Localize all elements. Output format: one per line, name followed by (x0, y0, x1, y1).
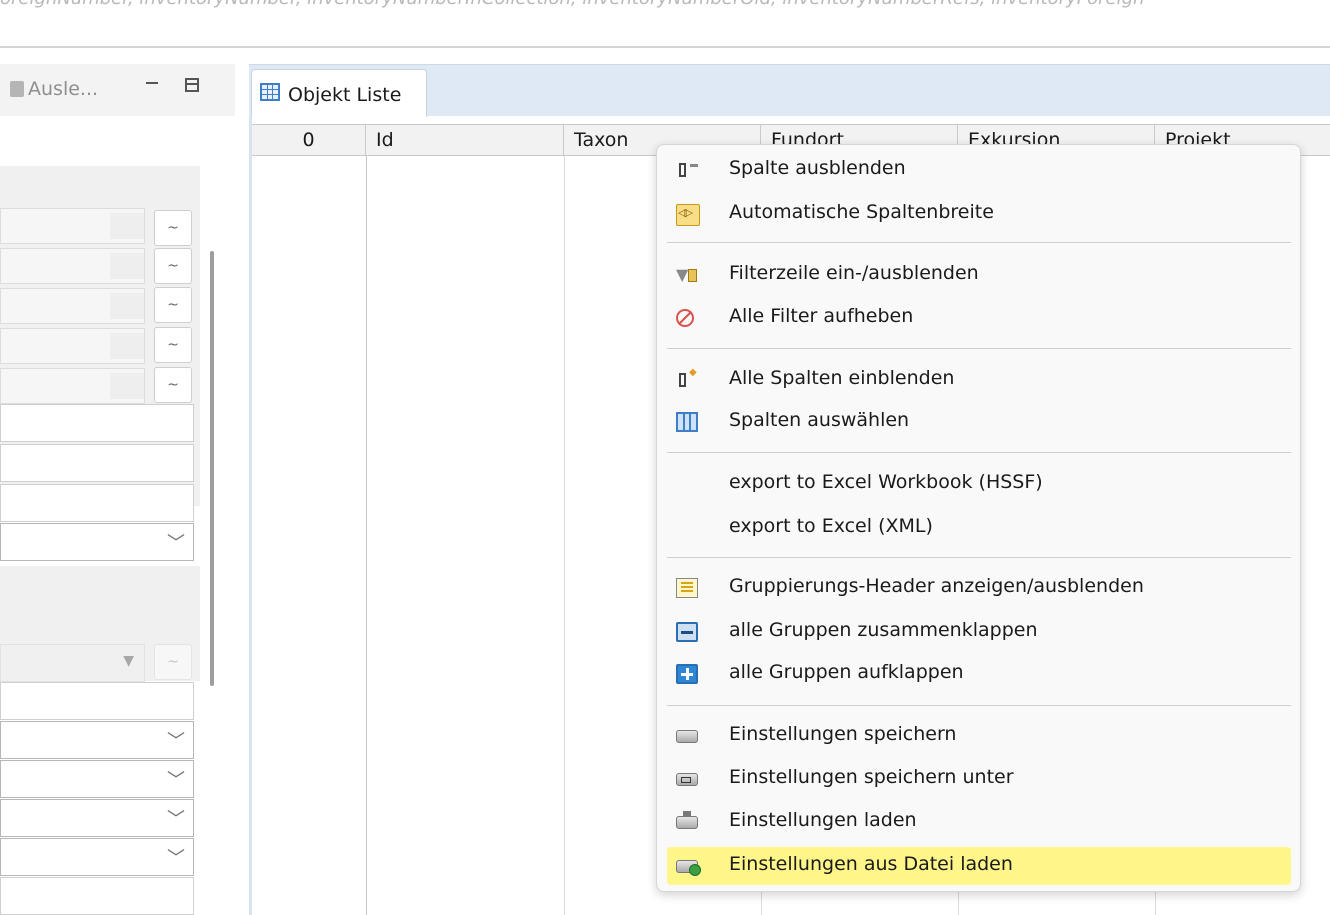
chevron-down-icon: ﹀ (167, 533, 185, 554)
chevron-down-icon: ﹀ (167, 731, 185, 752)
menu-item-label: export to Excel Workbook (HSSF) (729, 471, 1043, 493)
menu-item-hide-column[interactable]: Spalte ausblenden (667, 151, 1291, 189)
group-header-icon (676, 578, 698, 598)
search-panel: Ausle... ~ ~ ~ ~ ~ ﹀ ▼ ~ ﹀ ﹀ ﹀ ﹀ (0, 64, 235, 915)
tab-auslese-label: Ausle... (28, 78, 99, 100)
dropdown[interactable]: ﹀ (0, 523, 194, 561)
search-form: ~ ~ ~ ~ ~ ﹀ ▼ ~ ﹀ ﹀ ﹀ ﹀ (0, 116, 235, 915)
range-field[interactable] (0, 328, 145, 364)
column-divider (564, 156, 565, 915)
menu-item-show-all-columns[interactable]: Alle Spalten einblenden (667, 361, 1291, 399)
range-field[interactable] (0, 288, 145, 324)
chevron-down-icon: ﹀ (167, 770, 185, 791)
column-header-row-number[interactable]: 0 (252, 125, 366, 155)
save-settings-icon (676, 730, 698, 743)
chevron-down-icon: ﹀ (167, 848, 185, 869)
menu-item-export-hssf[interactable]: export to Excel Workbook (HSSF) (667, 465, 1291, 503)
operator-button[interactable]: ~ (154, 327, 192, 363)
menu-separator (667, 452, 1291, 453)
range-field[interactable] (0, 248, 145, 284)
menu-item-label: alle Gruppen aufklappen (729, 661, 964, 683)
right-tab-bar: Objekt Liste (249, 64, 1330, 117)
operator-button[interactable]: ~ (154, 248, 192, 284)
tab-objekt-liste[interactable]: Objekt Liste (251, 69, 427, 117)
menu-item-label: Einstellungen speichern unter (729, 766, 1014, 788)
menu-item-clear-filters[interactable]: Alle Filter aufheben (667, 299, 1291, 337)
search-fields-text: oreignNumber, inventoryNumber, inventory… (0, 0, 1144, 9)
left-tab-bar: Ausle... (0, 64, 235, 116)
hide-column-icon (679, 163, 698, 177)
scrollbar[interactable] (210, 251, 214, 686)
load-settings-icon (676, 811, 698, 829)
show-columns-icon (679, 367, 697, 387)
context-menu: Spalte ausblenden Automatische Spaltenbr… (656, 144, 1301, 892)
text-field[interactable] (0, 877, 194, 915)
disabled-dropdown: ▼ (0, 644, 145, 682)
minimize-button[interactable] (146, 82, 158, 89)
maximize-button[interactable] (185, 78, 199, 92)
range-field[interactable] (0, 208, 145, 244)
menu-item-export-xml[interactable]: export to Excel (XML) (667, 509, 1291, 547)
triangle-down-icon: ▼ (123, 653, 134, 669)
menu-item-label: Automatische Spaltenbreite (729, 201, 994, 223)
menu-item-choose-columns[interactable]: Spalten auswählen (667, 403, 1291, 441)
printer-icon (10, 81, 24, 97)
text-field[interactable] (0, 682, 194, 720)
text-field[interactable] (0, 484, 194, 522)
column-divider (366, 156, 367, 915)
collapse-icon (676, 622, 698, 642)
menu-item-label: Alle Filter aufheben (729, 305, 914, 327)
save-settings-as-icon (676, 773, 698, 786)
menu-item-label: alle Gruppen zusammenklappen (729, 619, 1038, 641)
column-header-id[interactable]: Id (366, 125, 564, 155)
menu-item-toggle-group-header[interactable]: Gruppierungs-Header anzeigen/ausblenden (667, 569, 1291, 607)
text-field[interactable] (0, 444, 194, 482)
filter-row-icon (676, 265, 698, 285)
operator-button[interactable]: ~ (154, 210, 192, 246)
expand-icon (676, 664, 698, 684)
menu-item-label: Filterzeile ein-/ausblenden (729, 262, 979, 284)
menu-item-label: Gruppierungs-Header anzeigen/ausblenden (729, 575, 1144, 597)
menu-separator (667, 557, 1291, 558)
range-field[interactable] (0, 368, 145, 404)
menu-item-load-settings-from-file[interactable]: Einstellungen aus Datei laden (667, 847, 1291, 885)
dropdown[interactable]: ﹀ (0, 799, 194, 837)
menu-separator (667, 242, 1291, 243)
menu-item-label: Einstellungen laden (729, 809, 917, 831)
menu-separator (667, 348, 1291, 349)
menu-item-label: Alle Spalten einblenden (729, 367, 955, 389)
menu-item-label: Spalte ausblenden (729, 157, 906, 179)
dropdown[interactable]: ﹀ (0, 760, 194, 798)
dropdown[interactable]: ﹀ (0, 838, 194, 876)
menu-item-label: Einstellungen speichern (729, 723, 957, 745)
menu-separator (667, 705, 1291, 706)
panel-sash[interactable] (235, 64, 249, 915)
dropdown[interactable]: ﹀ (0, 721, 194, 759)
menu-item-label: Spalten auswählen (729, 409, 910, 431)
menu-item-save-settings-as[interactable]: Einstellungen speichern unter (667, 760, 1291, 798)
menu-item-label: export to Excel (XML) (729, 515, 933, 537)
menu-item-toggle-filter-row[interactable]: Filterzeile ein-/ausblenden (667, 256, 1291, 294)
table-icon (260, 83, 280, 101)
menu-item-label: Einstellungen aus Datei laden (729, 853, 1013, 875)
choose-columns-icon (676, 412, 698, 432)
menu-item-expand-groups[interactable]: alle Gruppen aufklappen (667, 655, 1291, 693)
load-settings-file-icon (676, 860, 701, 876)
menu-item-load-settings[interactable]: Einstellungen laden (667, 803, 1291, 841)
operator-button-disabled: ~ (154, 644, 192, 680)
menu-item-collapse-groups[interactable]: alle Gruppen zusammenklappen (667, 613, 1291, 651)
panel-border (249, 116, 252, 915)
divider (0, 46, 1330, 48)
auto-width-icon (676, 204, 700, 226)
search-fields-strip: oreignNumber, inventoryNumber, inventory… (0, 0, 1330, 46)
tab-objekt-liste-label: Objekt Liste (288, 84, 402, 106)
text-field[interactable] (0, 404, 194, 442)
operator-button[interactable]: ~ (154, 367, 192, 403)
menu-item-auto-width[interactable]: Automatische Spaltenbreite (667, 195, 1291, 233)
chevron-down-icon: ﹀ (167, 809, 185, 830)
menu-item-save-settings[interactable]: Einstellungen speichern (667, 717, 1291, 755)
tab-auslese[interactable]: Ausle... (10, 78, 98, 100)
clear-filter-icon (676, 309, 694, 327)
operator-button[interactable]: ~ (154, 287, 192, 323)
